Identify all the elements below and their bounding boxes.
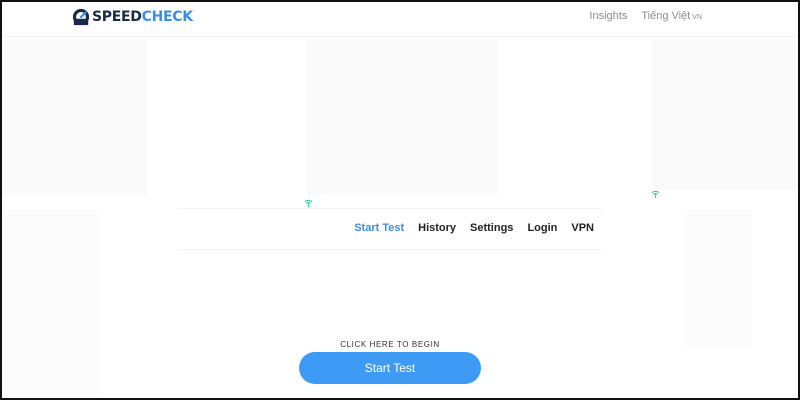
speedcheck-logo[interactable]: SPEEDCHECK	[72, 7, 193, 27]
language-selector[interactable]: Tiếng Việt VN	[641, 10, 702, 22]
browser-viewport: SPEEDCHECK Insights Tiếng Việt VN Start …	[0, 0, 800, 400]
site-header: SPEEDCHECK Insights Tiếng Việt VN	[2, 2, 798, 37]
wifi-icon	[304, 199, 313, 208]
nav-insights-link[interactable]: Insights	[589, 10, 627, 22]
nav-history[interactable]: History	[418, 222, 456, 234]
background-panel	[652, 40, 798, 190]
logo-text-check: CHECK	[141, 9, 193, 25]
nav-settings[interactable]: Settings	[470, 222, 513, 234]
start-test-button[interactable]: Start Test	[299, 352, 481, 384]
background-panel	[2, 40, 147, 195]
cta-hint-label: CLICK HERE TO BEGIN	[340, 340, 440, 349]
background-panel	[682, 209, 752, 349]
language-code: VN	[692, 14, 702, 21]
nav-start-test[interactable]: Start Test	[354, 222, 404, 234]
secondary-nav: Start Test History Settings Login VPN	[177, 208, 602, 250]
secondary-nav-items: Start Test History Settings Login VPN	[354, 222, 594, 234]
language-label: Tiếng Việt	[641, 10, 691, 22]
nav-vpn[interactable]: VPN	[571, 222, 594, 234]
speedometer-logo-icon	[72, 8, 90, 26]
top-nav: Insights Tiếng Việt VN	[589, 10, 702, 22]
background-panel	[2, 209, 102, 398]
nav-login[interactable]: Login	[527, 222, 557, 234]
background-panel	[307, 40, 497, 195]
logo-text-speed: SPEED	[92, 9, 142, 25]
wifi-icon	[651, 190, 660, 199]
